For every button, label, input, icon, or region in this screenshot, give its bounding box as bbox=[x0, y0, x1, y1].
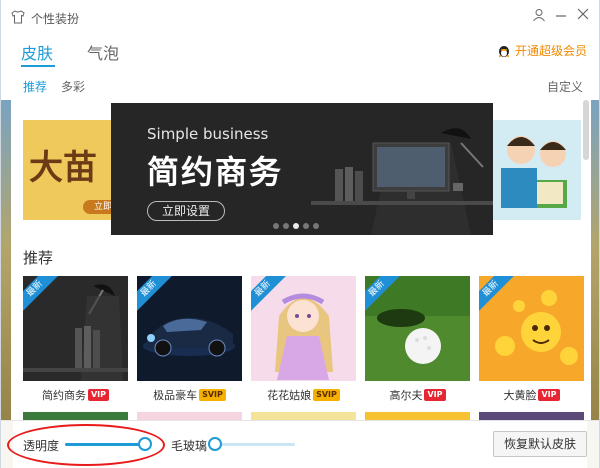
svip-badge: SVIP bbox=[199, 389, 226, 401]
skin-card[interactable]: 最新 高尔夫 VIP bbox=[365, 276, 470, 403]
subtab-colorful[interactable]: 多彩 bbox=[61, 78, 85, 95]
section-title: 推荐 bbox=[23, 249, 54, 267]
tab-skin[interactable]: 皮肤 bbox=[21, 40, 53, 64]
customize-link[interactable]: 自定义 bbox=[547, 78, 583, 95]
tab-bubble[interactable]: 气泡 bbox=[87, 40, 119, 64]
skin-card[interactable]: 最新 简约商务 VIP bbox=[23, 276, 128, 403]
skin-thumbnail[interactable]: 最新 bbox=[479, 276, 584, 381]
banner-left-text: 大苗 bbox=[29, 148, 97, 188]
skin-thumbnail-peek[interactable] bbox=[365, 412, 470, 420]
opacity-slider-fill bbox=[65, 443, 145, 446]
restore-default-skin-button[interactable]: 恢复默认皮肤 bbox=[493, 431, 587, 457]
title-bar: 个性装扮 bbox=[1, 0, 599, 34]
card-label: 大黄脸 VIP bbox=[479, 387, 584, 403]
carousel-dot[interactable] bbox=[303, 223, 309, 229]
skin-name: 花花姑娘 bbox=[267, 389, 312, 402]
opacity-slider[interactable] bbox=[65, 437, 152, 451]
skin-card[interactable]: 最新 花花姑娘 SVIP bbox=[251, 276, 356, 403]
close-icon[interactable] bbox=[575, 8, 591, 24]
skin-thumbnail-peek[interactable] bbox=[23, 412, 128, 420]
skin-name: 极品豪车 bbox=[153, 389, 198, 402]
banner-english-title: Simple business bbox=[147, 125, 269, 143]
active-tab-underline bbox=[21, 65, 55, 67]
skin-card[interactable]: 最新 极品豪车 SVIP bbox=[137, 276, 242, 403]
skin-thumbnail-peek[interactable] bbox=[479, 412, 584, 420]
kids-reading-illustration bbox=[491, 120, 581, 220]
shirt-icon bbox=[11, 10, 25, 24]
skin-settings-window: 个性装扮 皮肤 气泡 开通超级会员 推荐 多彩 自定义 大苗 立即 Simple… bbox=[0, 0, 600, 468]
window-title: 个性装扮 bbox=[31, 12, 80, 26]
opacity-slider-knob[interactable] bbox=[138, 437, 152, 451]
skin-name: 大黄脸 bbox=[503, 389, 537, 402]
card-label: 极品豪车 SVIP bbox=[137, 387, 242, 403]
scrollbar-thumb[interactable] bbox=[583, 100, 589, 160]
vip-link-label: 开通超级会员 bbox=[514, 44, 587, 58]
carousel-dot[interactable] bbox=[313, 223, 319, 229]
banner-prev-slide[interactable]: 大苗 立即 bbox=[23, 120, 123, 220]
opacity-label: 透明度 bbox=[23, 439, 60, 453]
blur-slider-knob[interactable] bbox=[208, 437, 222, 451]
skin-thumbnail[interactable]: 最新 bbox=[23, 276, 128, 381]
sub-tabs: 推荐 多彩 自定义 bbox=[1, 74, 599, 100]
banner-next-slide[interactable] bbox=[491, 120, 581, 220]
user-icon[interactable] bbox=[531, 8, 547, 24]
minimize-icon[interactable] bbox=[553, 8, 569, 24]
skin-thumbnail[interactable]: 最新 bbox=[251, 276, 356, 381]
card-label: 花花姑娘 SVIP bbox=[251, 387, 356, 403]
skin-thumbnail-peek[interactable] bbox=[251, 412, 356, 420]
skin-thumbnail-peek[interactable] bbox=[137, 412, 242, 420]
apply-now-button[interactable]: 立即设置 bbox=[147, 201, 226, 221]
skin-name: 简约商务 bbox=[41, 389, 86, 402]
skin-thumbnail[interactable]: 最新 bbox=[365, 276, 470, 381]
next-row-peek bbox=[23, 412, 584, 420]
footer-bar: 透明度 毛玻璃 恢复默认皮肤 bbox=[1, 420, 599, 468]
skin-thumbnail[interactable]: 最新 bbox=[137, 276, 242, 381]
card-label: 高尔夫 VIP bbox=[365, 387, 470, 403]
carousel-dot[interactable] bbox=[273, 223, 279, 229]
featured-banner[interactable]: Simple business 简约商务 立即设置 bbox=[111, 103, 493, 235]
qq-penguin-icon bbox=[498, 45, 509, 57]
blur-label: 毛玻璃 bbox=[171, 439, 208, 453]
open-super-vip-link[interactable]: 开通超级会员 bbox=[497, 42, 587, 59]
banner-chinese-title: 简约商务 bbox=[147, 153, 284, 191]
vip-badge: VIP bbox=[424, 389, 446, 401]
carousel-dots bbox=[273, 223, 319, 229]
vertical-scrollbar[interactable] bbox=[583, 100, 589, 420]
carousel-dot-active[interactable] bbox=[293, 223, 299, 229]
vip-badge: VIP bbox=[538, 389, 560, 401]
skin-card[interactable]: 最新 大黄脸 VIP bbox=[479, 276, 584, 403]
svip-badge: SVIP bbox=[313, 389, 340, 401]
skin-name: 高尔夫 bbox=[389, 389, 423, 402]
subtab-recommend[interactable]: 推荐 bbox=[23, 78, 47, 95]
blur-slider[interactable] bbox=[208, 437, 295, 451]
main-tabs: 皮肤 气泡 开通超级会员 bbox=[1, 34, 599, 70]
card-label: 简约商务 VIP bbox=[23, 387, 128, 403]
vip-badge: VIP bbox=[87, 389, 110, 401]
carousel-dot[interactable] bbox=[283, 223, 289, 229]
skin-gallery: 大苗 立即 Simple business 简约商务 立即设置 推荐 最新 简约… bbox=[11, 100, 591, 420]
